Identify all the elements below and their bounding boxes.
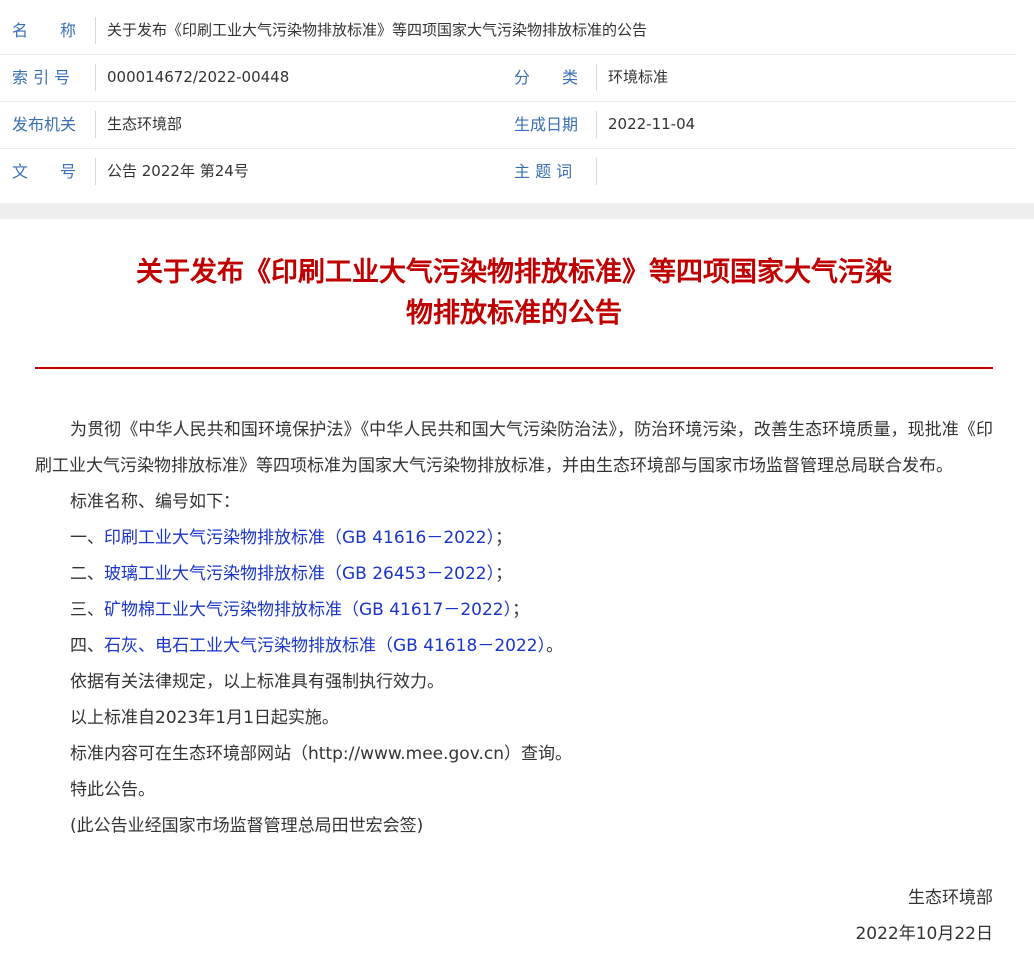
standard-item: 二、玻璃工业大气污染物排放标准（GB 26453－2022）； [35, 556, 993, 592]
article-body: 为贯彻《中华人民共和国环境保护法》《中华人民共和国大气污染防治法》，防治环境污染… [35, 412, 993, 844]
metadata-table: 名 称 关于发布《印刷工业大气污染物排放标准》等四项国家大气污染物排放标准的公告… [0, 0, 1034, 203]
article-title-line: 关于发布《印刷工业大气污染物排放标准》等四项国家大气污染 [136, 257, 892, 288]
standard-link[interactable]: 玻璃工业大气污染物排放标准（GB 26453－2022） [104, 564, 495, 584]
standard-item: 四、石灰、电石工业大气污染物排放标准（GB 41618－2022）。 [35, 628, 993, 664]
issuer-value: 生态环境部 [107, 115, 183, 133]
intro-paragraph: 为贯彻《中华人民共和国环境保护法》《中华人民共和国大气污染防治法》，防治环境污染… [35, 420, 993, 476]
divider [596, 111, 597, 138]
signature-organization: 生态环境部 [908, 888, 993, 908]
category-label: 分 类 [514, 68, 579, 87]
standard-item-suffix: ； [512, 600, 530, 620]
standard-item: 一、印刷工业大气污染物排放标准（GB 41616－2022）； [35, 520, 993, 556]
effective-paragraph: 以上标准自2023年1月1日起实施。 [70, 708, 339, 728]
standard-item-prefix: 四、 [70, 636, 104, 656]
standard-item-suffix: 。 [546, 636, 564, 656]
divider [596, 64, 597, 91]
meta-row-index: 索 引 号 000014672/2022-00448 分 类 环境标准 [0, 54, 1016, 102]
name-value: 关于发布《印刷工业大气污染物排放标准》等四项国家大气污染物排放标准的公告 [107, 21, 648, 39]
standard-item-prefix: 三、 [70, 600, 104, 620]
divider [95, 17, 96, 44]
standard-item-suffix: ； [495, 564, 513, 584]
divider [596, 158, 597, 185]
section-divider-band [0, 203, 1034, 219]
meta-row-name: 名 称 关于发布《印刷工业大气污染物排放标准》等四项国家大气污染物排放标准的公告 [0, 7, 1016, 55]
docno-label: 文 号 [12, 162, 77, 181]
divider [95, 64, 96, 91]
meta-row-docno: 文 号 公告 2022年 第24号 主 题 词 [0, 148, 1016, 195]
standard-item: 三、矿物棉工业大气污染物排放标准（GB 41617－2022）； [35, 592, 993, 628]
website-paragraph: 标准内容可在生态环境部网站（http://www.mee.gov.cn）查询。 [70, 744, 572, 764]
cosign-paragraph: (此公告业经国家市场监督管理总局田世宏会签) [70, 816, 424, 836]
article-title: 关于发布《印刷工业大气污染物排放标准》等四项国家大气污染 物排放标准的公告 [35, 252, 993, 334]
title-underline [35, 367, 993, 369]
list-intro: 标准名称、编号如下： [70, 492, 240, 512]
standard-link[interactable]: 印刷工业大气污染物排放标准（GB 41616－2022） [104, 528, 495, 548]
index-label: 索 引 号 [12, 68, 71, 87]
date-value: 2022-11-04 [608, 115, 696, 133]
standard-link[interactable]: 矿物棉工业大气污染物排放标准（GB 41617－2022） [104, 600, 512, 620]
docno-value: 公告 2022年 第24号 [107, 162, 249, 180]
standard-link[interactable]: 石灰、电石工业大气污染物排放标准（GB 41618－2022） [104, 636, 546, 656]
law-paragraph: 依据有关法律规定，以上标准具有强制执行效力。 [70, 672, 444, 692]
divider [95, 111, 96, 138]
category-value: 环境标准 [608, 68, 669, 86]
standard-item-prefix: 二、 [70, 564, 104, 584]
name-label: 名 称 [12, 21, 77, 40]
date-label: 生成日期 [514, 115, 579, 134]
standard-item-suffix: ； [495, 528, 513, 548]
meta-row-issuer: 发布机关 生态环境部 生成日期 2022-11-04 [0, 101, 1016, 149]
signature-date: 2022年10月22日 [855, 924, 993, 944]
notice-paragraph: 特此公告。 [70, 780, 155, 800]
index-value: 000014672/2022-00448 [107, 68, 290, 86]
divider [95, 158, 96, 185]
article-title-line: 物排放标准的公告 [406, 298, 622, 329]
subject-label: 主 题 词 [514, 162, 573, 181]
issuer-label: 发布机关 [12, 115, 77, 134]
standard-item-prefix: 一、 [70, 528, 104, 548]
